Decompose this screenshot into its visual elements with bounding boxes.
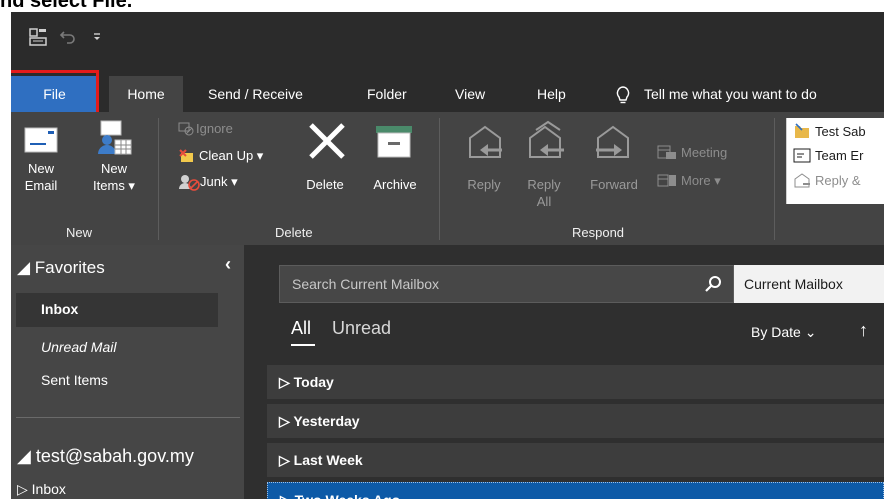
folder-arrow-icon [795,123,809,138]
caption-strip: nd select File. [0,0,884,12]
quick-steps-gallery: Test Sab Team Er Reply & [786,118,884,204]
quick-step-1[interactable]: Test Sab [815,124,866,139]
new-items-label-1: New [100,161,127,176]
ignore-icon [178,122,194,136]
reply-button[interactable]: Reply [460,176,508,193]
forward-icon [596,125,629,158]
new-email-button[interactable]: New Email [19,160,63,194]
group-header-yesterday[interactable]: ▷ Yesterday [267,404,884,438]
tab-view[interactable]: View [455,76,485,112]
highlight-box [11,70,99,116]
folder-label: Inbox [41,301,79,317]
group-label-new: New [66,225,93,240]
collapse-pane-icon[interactable]: ‹ [225,254,231,275]
outlook-window: File Home Send / Receive Folder View Hel… [11,12,884,499]
reply-icon [469,125,502,158]
reply-all-button[interactable]: Reply All [516,176,572,210]
reply-all-label-2: All [536,194,552,209]
new-email-label-1: New [27,161,54,176]
meeting-icon [657,145,676,159]
folder-item-sent-items[interactable]: Sent Items [41,372,108,388]
send-receive-icon[interactable] [27,26,49,48]
delete-icon [309,123,345,159]
ribbon-separator [158,118,159,240]
tell-me-search[interactable]: Tell me what you want to do [644,76,817,112]
search-scope-dropdown[interactable]: Current Mailbox [734,265,884,303]
reply-all-label-1: Reply [527,177,561,192]
group-label-respond: Respond [572,225,625,240]
team-email-icon [793,148,811,163]
tab-folder[interactable]: Folder [367,76,407,112]
sort-by-date-button[interactable]: By Date ⌄ [751,324,816,341]
ribbon-separator [439,118,440,240]
filter-all-tab[interactable]: All [291,318,311,339]
folder-pane: ◢ Favorites ‹ Inbox Unread Mail Sent Ite… [11,245,244,499]
meeting-button[interactable]: Meeting [681,145,727,160]
favorites-header[interactable]: ◢ Favorites [17,258,105,278]
account-folder-inbox[interactable]: ▷ Inbox [17,481,66,498]
filter-underline [291,344,315,346]
tab-help[interactable]: Help [537,76,566,112]
ignore-button[interactable]: Ignore [196,121,233,136]
tab-home[interactable]: Home [109,76,183,112]
new-items-button[interactable]: New Items ▾ [83,160,145,194]
more-icon [657,174,676,187]
archive-button[interactable]: Archive [361,176,429,193]
customize-qat-icon[interactable] [91,31,103,43]
tab-send-receive[interactable]: Send / Receive [208,76,303,112]
group-label-delete: Delete [275,225,313,240]
clean-up-button[interactable]: Clean Up ▾ [199,148,263,164]
search-icon[interactable] [705,275,723,293]
ribbon: New Email New Items ▾ New Ignore Clean U… [11,112,884,245]
reply-delete-icon [794,173,810,188]
new-items-label-2: Items ▾ [93,178,135,193]
message-list: Search Current Mailbox Current Mailbox A… [255,245,884,499]
archive-icon [376,126,412,158]
reply-all-icon [529,120,564,158]
new-items-icon [98,120,132,155]
new-email-label-2: Email [24,178,58,193]
junk-icon [179,175,200,191]
group-header-last-week[interactable]: ▷ Last Week [267,443,884,477]
search-input[interactable]: Search Current Mailbox [279,265,734,303]
forward-button[interactable]: Forward [583,176,645,193]
junk-button[interactable]: Junk ▾ [200,174,238,190]
clean-up-icon [179,149,193,162]
folder-item-inbox[interactable]: Inbox [16,293,218,327]
lightbulb-icon [616,86,630,104]
ribbon-separator [774,118,775,240]
quick-step-3[interactable]: Reply & [815,173,861,188]
sort-direction-arrow[interactable]: ↑ [859,320,868,341]
more-button[interactable]: More ▾ [681,173,721,189]
group-header-today[interactable]: ▷ Today [267,365,884,399]
search-placeholder: Search Current Mailbox [292,276,440,292]
group-header-two-weeks-ago[interactable]: ▷ Two Weeks Ago [267,482,884,499]
delete-button[interactable]: Delete [299,176,351,193]
account-header[interactable]: ◢ test@sabah.gov.my [17,446,194,467]
quick-step-2[interactable]: Team Er [815,148,863,163]
filter-unread-tab[interactable]: Unread [332,318,391,339]
new-email-icon [24,127,58,153]
folder-item-unread-mail[interactable]: Unread Mail [41,339,116,355]
nav-separator [16,417,240,418]
undo-icon[interactable] [59,27,77,45]
quick-access-toolbar [11,12,884,76]
caption-text: nd select File. [0,0,133,12]
